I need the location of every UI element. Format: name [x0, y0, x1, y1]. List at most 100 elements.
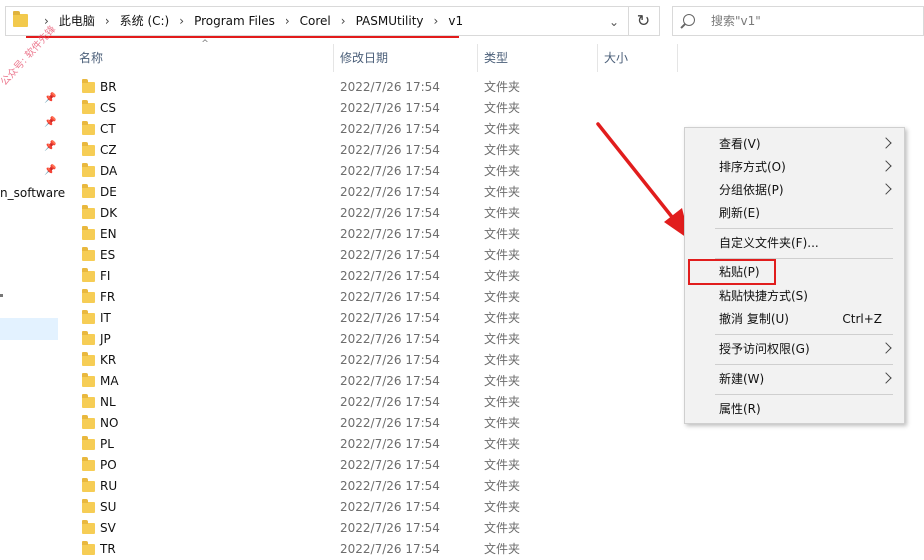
breadcrumb-corel[interactable]: Corel [300, 14, 331, 28]
row-type: 文件夹 [484, 479, 521, 493]
refresh-icon[interactable]: ↻ [628, 7, 658, 35]
column-divider[interactable] [677, 44, 678, 72]
breadcrumb: › 此电脑 › 系统 (C:) › Program Files › Corel › PASMUti… [34, 7, 463, 35]
row-modified-date: 2022/7/26 17:54 [340, 143, 440, 157]
address-bar[interactable]: › 此电脑 › 系统 (C:) › Program Files › Corel › PASMUti… [5, 6, 660, 38]
folder-icon [82, 394, 95, 408]
row-name: NO [100, 416, 119, 430]
row-type: 文件夹 [484, 290, 521, 304]
breadcrumb-separator[interactable]: › [434, 14, 439, 28]
table-row[interactable]: BR 2022/7/26 17:54 文件夹 [60, 77, 680, 98]
menu-item-paste-shortcut[interactable]: 粘贴快捷方式(S) [685, 285, 904, 308]
menu-item-view[interactable]: 查看(V) [685, 133, 904, 156]
table-row[interactable]: RU 2022/7/26 17:54 文件夹 [60, 476, 680, 497]
row-name: BR [100, 80, 117, 94]
column-divider[interactable] [597, 44, 598, 72]
table-row[interactable]: CS 2022/7/26 17:54 文件夹 [60, 98, 680, 119]
navigation-pane: 公众号: 软件先锋 📌 📌 📌 📌 n_software [0, 24, 65, 559]
menu-item-properties[interactable]: 属性(R) [685, 398, 904, 421]
table-row[interactable]: TR 2022/7/26 17:54 文件夹 [60, 539, 680, 560]
pin-icon[interactable]: 📌 [44, 142, 56, 152]
menu-item-undo-copy[interactable]: 撤消 复制(U) Ctrl+Z [685, 308, 904, 331]
chevron-right-icon [880, 137, 892, 149]
row-type: 文件夹 [484, 311, 521, 325]
table-row[interactable]: SU 2022/7/26 17:54 文件夹 [60, 497, 680, 518]
table-row[interactable]: IT 2022/7/26 17:54 文件夹 [60, 308, 680, 329]
menu-item-grant-access[interactable]: 授予访问权限(G) [685, 338, 904, 361]
menu-item-customize-folder[interactable]: 自定义文件夹(F)... [685, 232, 904, 255]
chevron-down-icon[interactable]: ⌄ [606, 14, 622, 30]
chevron-right-icon [880, 183, 892, 195]
row-modified-date: 2022/7/26 17:54 [340, 290, 440, 304]
menu-separator [715, 334, 893, 335]
breadcrumb-system-c[interactable]: 系统 (C:) [120, 14, 170, 28]
folder-icon [82, 184, 95, 198]
column-header-size[interactable]: 大小 [604, 44, 628, 72]
menu-separator [715, 228, 893, 229]
table-row[interactable]: ES 2022/7/26 17:54 文件夹 [60, 245, 680, 266]
column-header-name[interactable]: 名称 [79, 44, 103, 72]
table-row[interactable]: JP 2022/7/26 17:54 文件夹 [60, 329, 680, 350]
column-header-row: ^ 名称 修改日期 类型 大小 [60, 40, 924, 72]
column-header-date[interactable]: 修改日期 [340, 44, 388, 72]
row-name: DK [100, 206, 118, 220]
row-name: EN [100, 227, 117, 241]
table-row[interactable]: MA 2022/7/26 17:54 文件夹 [60, 371, 680, 392]
breadcrumb-separator[interactable]: › [341, 14, 346, 28]
folder-icon [82, 205, 95, 219]
breadcrumb-v1[interactable]: v1 [448, 14, 463, 28]
breadcrumb-separator[interactable]: › [179, 14, 184, 28]
menu-item-label: 新建(W) [719, 372, 765, 386]
row-type: 文件夹 [484, 542, 521, 556]
table-row[interactable]: CT 2022/7/26 17:54 文件夹 [60, 119, 680, 140]
row-type: 文件夹 [484, 500, 521, 514]
table-row[interactable]: EN 2022/7/26 17:54 文件夹 [60, 224, 680, 245]
table-row[interactable]: PO 2022/7/26 17:54 文件夹 [60, 455, 680, 476]
nav-item-selected[interactable] [0, 318, 58, 340]
table-row[interactable]: PL 2022/7/26 17:54 文件夹 [60, 434, 680, 455]
folder-icon [82, 226, 95, 240]
row-name: TR [100, 542, 116, 556]
breadcrumb-separator[interactable]: › [285, 14, 290, 28]
paste-highlight-annotation [688, 259, 776, 285]
menu-separator [715, 364, 893, 365]
folder-icon [82, 163, 95, 177]
row-type: 文件夹 [484, 206, 521, 220]
column-divider[interactable] [477, 44, 478, 72]
menu-item-group[interactable]: 分组依据(P) [685, 179, 904, 202]
pin-icon[interactable]: 📌 [44, 166, 56, 176]
folder-icon [82, 541, 95, 555]
table-row[interactable]: DK 2022/7/26 17:54 文件夹 [60, 203, 680, 224]
column-divider[interactable] [333, 44, 334, 72]
table-row[interactable]: FR 2022/7/26 17:54 文件夹 [60, 287, 680, 308]
folder-icon [13, 11, 28, 27]
row-name: FR [100, 290, 116, 304]
search-input[interactable] [711, 13, 911, 29]
nav-item-partial[interactable]: n_software [0, 186, 65, 200]
menu-item-new[interactable]: 新建(W) [685, 368, 904, 391]
pin-icon[interactable]: 📌 [44, 118, 56, 128]
pin-icon[interactable]: 📌 [44, 94, 56, 104]
table-row[interactable]: NO 2022/7/26 17:54 文件夹 [60, 413, 680, 434]
breadcrumb-separator[interactable]: › [105, 14, 110, 28]
column-header-type[interactable]: 类型 [484, 44, 508, 72]
table-row[interactable]: CZ 2022/7/26 17:54 文件夹 [60, 140, 680, 161]
row-modified-date: 2022/7/26 17:54 [340, 353, 440, 367]
row-type: 文件夹 [484, 248, 521, 262]
menu-item-label: 刷新(E) [719, 206, 760, 220]
table-row[interactable]: KR 2022/7/26 17:54 文件夹 [60, 350, 680, 371]
breadcrumb-program-files[interactable]: Program Files [194, 14, 275, 28]
menu-item-sort[interactable]: 排序方式(O) [685, 156, 904, 179]
table-row[interactable]: DE 2022/7/26 17:54 文件夹 [60, 182, 680, 203]
row-name: DA [100, 164, 118, 178]
row-modified-date: 2022/7/26 17:54 [340, 248, 440, 262]
table-row[interactable]: FI 2022/7/26 17:54 文件夹 [60, 266, 680, 287]
menu-item-refresh[interactable]: 刷新(E) [685, 202, 904, 225]
table-row[interactable]: NL 2022/7/26 17:54 文件夹 [60, 392, 680, 413]
breadcrumb-pasmutility[interactable]: PASMUtility [356, 14, 424, 28]
row-type: 文件夹 [484, 101, 521, 115]
search-box[interactable] [672, 6, 924, 36]
table-row[interactable]: SV 2022/7/26 17:54 文件夹 [60, 518, 680, 539]
table-row[interactable]: DA 2022/7/26 17:54 文件夹 [60, 161, 680, 182]
row-modified-date: 2022/7/26 17:54 [340, 311, 440, 325]
